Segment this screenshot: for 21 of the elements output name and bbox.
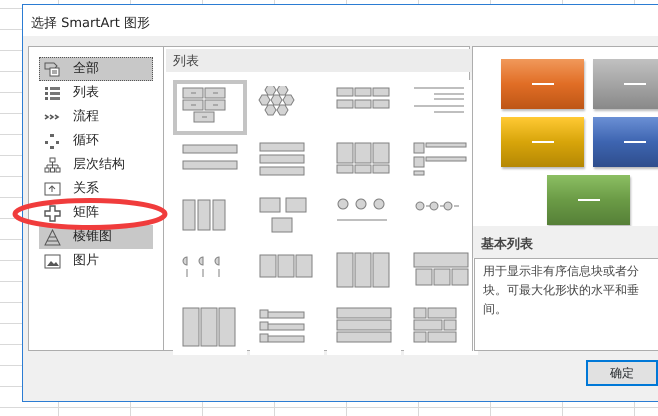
picture-icon (44, 252, 61, 270)
pyramid-icon (44, 228, 61, 246)
category-item[interactable]: 列表 (39, 81, 153, 105)
cycle-icon (44, 132, 61, 150)
category-item[interactable]: 循环 (39, 129, 153, 153)
cross-icon (44, 204, 61, 222)
ok-button[interactable]: 确定 (586, 360, 658, 386)
description-text: 用于显示非有序信息块或者分 (483, 263, 640, 280)
description-text: 块。可最大化形状的水平和垂 (483, 282, 640, 300)
document-icon (44, 60, 61, 78)
list-icon (44, 84, 61, 102)
hierarchy-icon (44, 156, 61, 174)
category-item[interactable]: 全部 (39, 57, 153, 81)
category-item[interactable]: 流程 (39, 105, 153, 129)
layout-thumbnail[interactable] (173, 80, 247, 134)
window-title: 选择 SmartArt 图形 (23, 5, 658, 36)
category-item[interactable]: 关系 (39, 177, 153, 201)
frame-icon (44, 180, 61, 198)
description-text: 间。 (483, 301, 508, 318)
category-item[interactable]: 图片 (39, 249, 153, 273)
category-item[interactable]: 层次结构 (39, 153, 153, 177)
